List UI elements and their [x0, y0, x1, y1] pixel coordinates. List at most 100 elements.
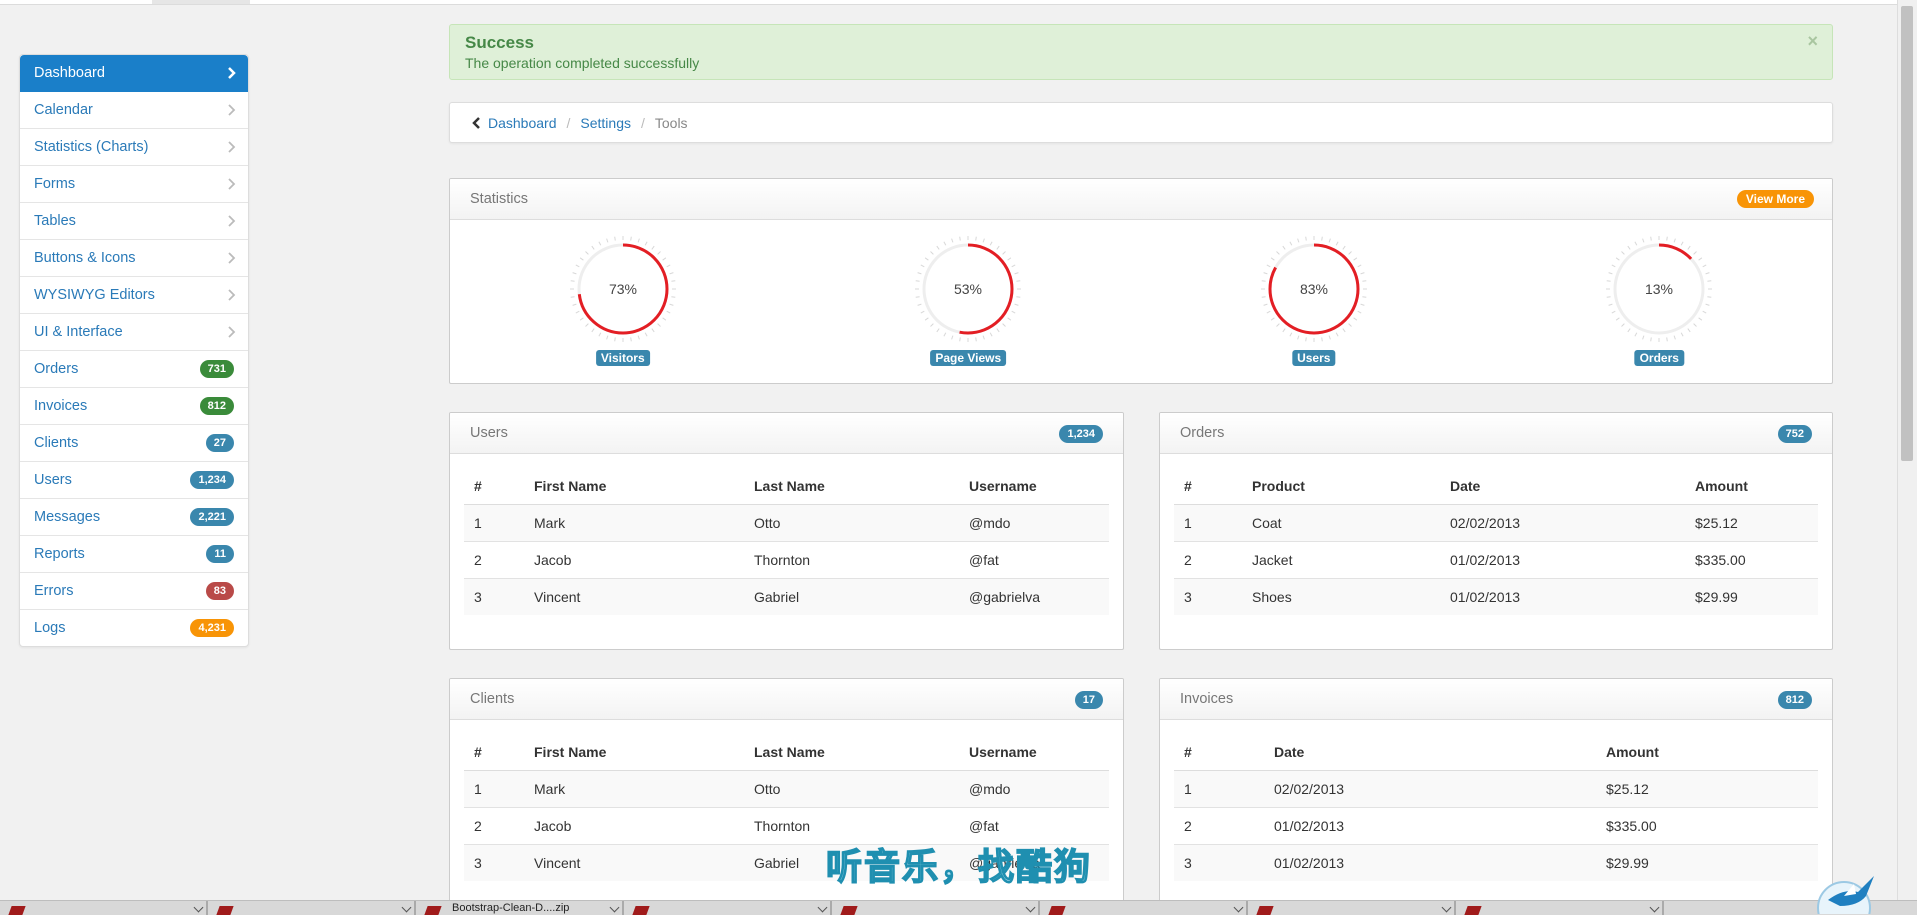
sidebar-count-badge: 11	[206, 545, 234, 563]
breadcrumb-dashboard[interactable]: Dashboard	[488, 115, 557, 131]
chevron-down-icon[interactable]	[1233, 902, 1244, 913]
sidebar-item-label: Clients	[34, 435, 79, 451]
sidebar-item-messages[interactable]: Messages 2,221	[20, 499, 248, 536]
sidebar-item-clients[interactable]: Clients 27	[20, 425, 248, 462]
table-header-row: # Product Date Amount	[1174, 468, 1818, 505]
sidebar-item-users[interactable]: Users 1,234	[20, 462, 248, 499]
column-header: Date	[1440, 468, 1685, 505]
sidebar-count-badge: 2,221	[190, 508, 234, 526]
chevron-down-icon[interactable]	[401, 902, 412, 913]
chevron-down-icon[interactable]	[1649, 902, 1660, 913]
gauge-value-text: 13%	[1645, 281, 1673, 297]
breadcrumb-settings[interactable]: Settings	[580, 115, 631, 131]
table-row[interactable]: 2 Jacob Thornton @fat	[464, 541, 1109, 579]
sidebar-item-buttons-icons[interactable]: Buttons & Icons	[20, 240, 248, 277]
sidebar-item-label: WYSIWYG Editors	[34, 287, 155, 303]
chevron-left-icon[interactable]	[472, 116, 480, 129]
gauge-label: Visitors	[595, 350, 650, 366]
tab-indicator	[152, 0, 250, 4]
table-cell: Coat	[1242, 504, 1440, 542]
table-cell: @gabrielva	[959, 578, 1109, 615]
taskbar-item[interactable]	[624, 901, 832, 915]
sidebar-item-label: Reports	[34, 546, 85, 562]
sidebar-count-badge: 812	[199, 397, 234, 415]
sidebar-item-logs[interactable]: Logs 4,231	[20, 610, 248, 646]
table-row[interactable]: 2 01/02/2013 $335.00	[1174, 807, 1818, 845]
users-panel-header: Users 1,234	[450, 413, 1123, 454]
table-cell: @mdo	[959, 504, 1109, 542]
table-cell: 1	[1174, 504, 1242, 542]
sidebar-item-label: Errors	[34, 583, 74, 599]
table-cell: 3	[1174, 578, 1242, 615]
table-row[interactable]: 1 02/02/2013 $25.12	[1174, 770, 1818, 808]
sidebar-count-badge: 1,234	[190, 471, 234, 489]
table-row[interactable]: 3 Vincent Gabriel @gabrielva	[464, 578, 1109, 615]
taskbar-item[interactable]	[1456, 901, 1664, 915]
column-header: Amount	[1596, 734, 1818, 771]
column-header: #	[1174, 734, 1264, 771]
sidebar-item-tables[interactable]: Tables	[20, 203, 248, 240]
chevron-down-icon[interactable]	[1025, 902, 1036, 913]
table-row[interactable]: 1 Mark Otto @mdo	[464, 504, 1109, 542]
sidebar-count-badge: 731	[199, 360, 234, 378]
table-row[interactable]: 1 Mark Otto @mdo	[464, 770, 1109, 808]
table-row[interactable]: 3 01/02/2013 $29.99	[1174, 844, 1818, 881]
invoices-table: # Date Amount 1 02/02/2013 $25.12 2 01/02/2013 $…	[1174, 734, 1818, 881]
sidebar-item-label: Invoices	[34, 398, 88, 414]
gauge-ring: 83%	[1260, 236, 1367, 342]
table-row[interactable]: 2 Jacket 01/02/2013 $335.00	[1174, 541, 1818, 579]
chevron-right-icon	[228, 104, 236, 116]
sidebar-item-ui-interface[interactable]: UI & Interface	[20, 314, 248, 351]
table-cell: Shoes	[1242, 578, 1440, 615]
table-cell: $25.12	[1596, 770, 1818, 808]
table-row[interactable]: 3 Shoes 01/02/2013 $29.99	[1174, 578, 1818, 615]
sidebar-item-statistics-charts[interactable]: Statistics (Charts)	[20, 129, 248, 166]
users-table: # First Name Last Name Username 1 Mark Otto @md…	[464, 468, 1109, 615]
sidebar-item-wysiwyg-editors[interactable]: WYSIWYG Editors	[20, 277, 248, 314]
sidebar-item-invoices[interactable]: Invoices 812	[20, 388, 248, 425]
table-cell: Jacket	[1242, 541, 1440, 579]
sidebar-item-errors[interactable]: Errors 83	[20, 573, 248, 610]
sidebar-item-calendar[interactable]: Calendar	[20, 92, 248, 129]
clients-panel-title: Clients	[470, 691, 515, 707]
table-cell: $25.12	[1685, 504, 1818, 542]
taskbar-item[interactable]	[0, 901, 208, 915]
sidebar-item-reports[interactable]: Reports 11	[20, 536, 248, 573]
view-more-button[interactable]: View More	[1736, 190, 1814, 208]
taskbar-item[interactable]: Bootstrap-Clean-D....zip	[416, 901, 624, 915]
users-panel-title: Users	[470, 425, 508, 441]
table-cell: 3	[1174, 844, 1264, 881]
chevron-down-icon[interactable]	[609, 902, 620, 913]
kugou-bird-icon[interactable]	[1814, 866, 1880, 914]
clients-panel-header: Clients 17	[450, 679, 1123, 720]
taskbar-item[interactable]	[1248, 901, 1456, 915]
column-header: Username	[959, 468, 1109, 505]
sidebar-item-forms[interactable]: Forms	[20, 166, 248, 203]
chevron-down-icon[interactable]	[1441, 902, 1452, 913]
chevron-down-icon[interactable]	[193, 902, 204, 913]
taskbar-item[interactable]	[832, 901, 1040, 915]
sidebar-item-label: Calendar	[34, 102, 93, 118]
scrollbar-thumb[interactable]	[1901, 6, 1913, 461]
sidebar-item-dashboard[interactable]: Dashboard	[20, 55, 248, 92]
alert-title: Success	[465, 33, 534, 52]
taskbar-item[interactable]	[208, 901, 416, 915]
table-cell: 3	[464, 578, 524, 615]
column-header: Username	[959, 734, 1109, 771]
orders-panel-title: Orders	[1180, 425, 1225, 441]
invoices-panel: Invoices 812 # Date Amount 1 02/02/2013 $25.1…	[1159, 678, 1833, 908]
chevron-down-icon[interactable]	[817, 902, 828, 913]
statistics-panel: Statistics View More 73% Visitors 53% Page …	[449, 178, 1833, 384]
alert-close-button[interactable]: ×	[1807, 31, 1818, 52]
gauge-orders: 13% Orders	[1487, 220, 1833, 382]
sidebar-item-orders[interactable]: Orders 731	[20, 351, 248, 388]
orders-panel-header: Orders 752	[1160, 413, 1832, 454]
table-cell: $29.99	[1685, 578, 1818, 615]
column-header: Amount	[1685, 468, 1818, 505]
table-row[interactable]: 1 Coat 02/02/2013 $25.12	[1174, 504, 1818, 542]
gauge-label: Users	[1292, 350, 1336, 366]
sidebar-item-label: Forms	[34, 176, 76, 192]
taskbar-item[interactable]	[1040, 901, 1248, 915]
table-cell: Otto	[744, 504, 959, 542]
page-scrollbar[interactable]	[1897, 0, 1917, 900]
